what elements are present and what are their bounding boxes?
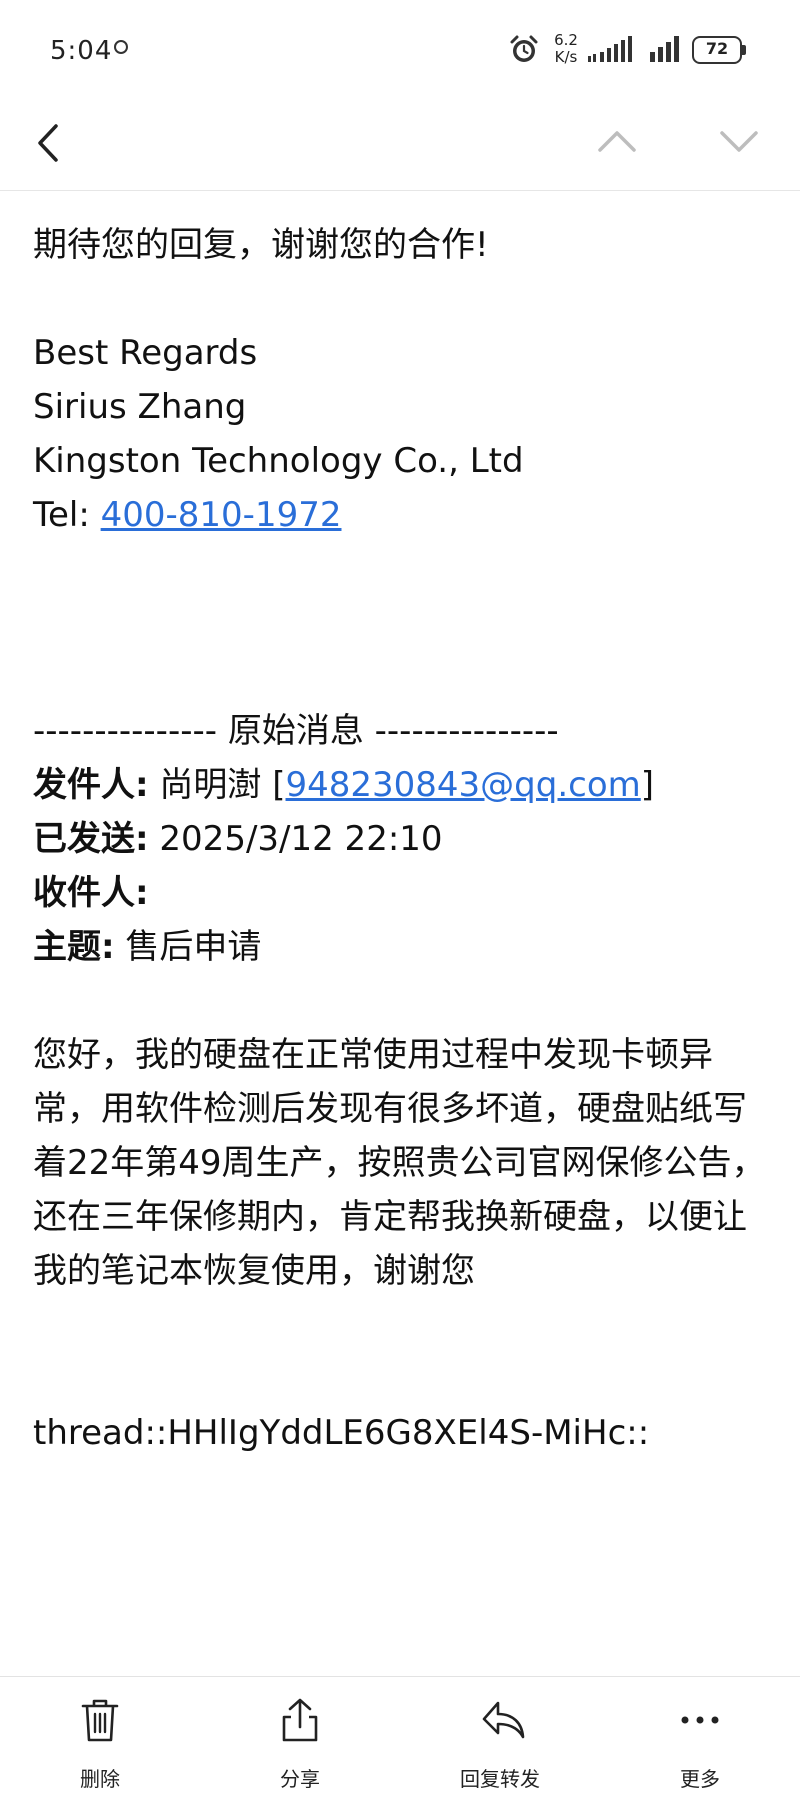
more-button[interactable]: 更多 [630, 1677, 770, 1807]
original-message-body: 您好，我的硬盘在正常使用过程中发现卡顿异常，用软件检测后发现有很多坏道，硬盘贴纸… [33, 1035, 766, 1291]
signal-strength-icon [588, 36, 632, 62]
share-button[interactable]: 分享 [230, 1677, 370, 1807]
network-speed-unit: K/s [554, 48, 578, 66]
reply-icon [482, 1701, 525, 1739]
signature-tel: Tel: 400-810-1972 [33, 488, 773, 542]
trash-icon [81, 1699, 119, 1742]
sent-line: 已发送: 2025/3/12 22:10 [33, 812, 773, 866]
from-name: 尚明澍 [ [148, 765, 286, 805]
signature-company: Kingston Technology Co., Ltd [33, 441, 524, 481]
subject-label: 主题: [33, 927, 115, 967]
share-icon [282, 1698, 318, 1742]
battery-icon: 72 [692, 36, 748, 64]
signal-strength-icon-2 [650, 36, 679, 62]
delete-label: 删除 [80, 1767, 120, 1791]
status-bar: 5:04 6.2 K/s 72 [0, 0, 800, 100]
network-speed: 6.2 K/s [549, 32, 583, 66]
from-email-link[interactable]: 948230843@qq.com [286, 765, 641, 805]
status-time: 5:04 [50, 36, 113, 66]
sent-label: 已发送: [33, 819, 149, 859]
previous-email-button[interactable] [596, 126, 638, 156]
delete-button[interactable]: 删除 [30, 1677, 170, 1807]
from-label: 发件人: [33, 765, 149, 805]
signature-name: Sirius Zhang [33, 387, 247, 427]
back-button[interactable] [30, 118, 70, 168]
subject-value: 售后申请 [114, 927, 262, 967]
bottom-toolbar: 删除 分享 回复转发 更多 [0, 1676, 800, 1807]
reply-forward-button[interactable]: 回复转发 [430, 1677, 570, 1807]
signature-regards: Best Regards [33, 333, 258, 373]
closing-line: 期待您的回复，谢谢您的合作! [33, 225, 489, 265]
network-speed-value: 6.2 [554, 31, 578, 49]
from-bracket-close: ] [640, 765, 655, 805]
tel-label: Tel: [33, 495, 101, 535]
share-label: 分享 [280, 1767, 320, 1791]
alarm-icon [510, 35, 538, 62]
original-message-divider: --------------- 原始消息 --------------- [33, 711, 559, 751]
smiley-notification-icon [114, 40, 128, 54]
to-line: 收件人: [33, 866, 773, 920]
more-label: 更多 [680, 1767, 720, 1791]
battery-level: 72 [705, 39, 729, 58]
more-dots-icon [681, 1716, 719, 1724]
email-body: 期待您的回复，谢谢您的合作! Best Regards Sirius Zhang… [33, 218, 773, 1460]
phone-link[interactable]: 400-810-1972 [101, 495, 342, 535]
thread-id: thread::HHlIgYddLE6G8XEl4S-MiHc:: [33, 1413, 650, 1453]
nav-bar [0, 100, 800, 191]
from-line: 发件人: 尚明澍 [948230843@qq.com] [33, 758, 773, 812]
to-label: 收件人: [33, 873, 149, 913]
next-email-button[interactable] [718, 126, 760, 156]
subject-line: 主题: 售后申请 [33, 920, 773, 974]
reply-forward-label: 回复转发 [460, 1767, 540, 1791]
sent-value: 2025/3/12 22:10 [148, 819, 443, 859]
